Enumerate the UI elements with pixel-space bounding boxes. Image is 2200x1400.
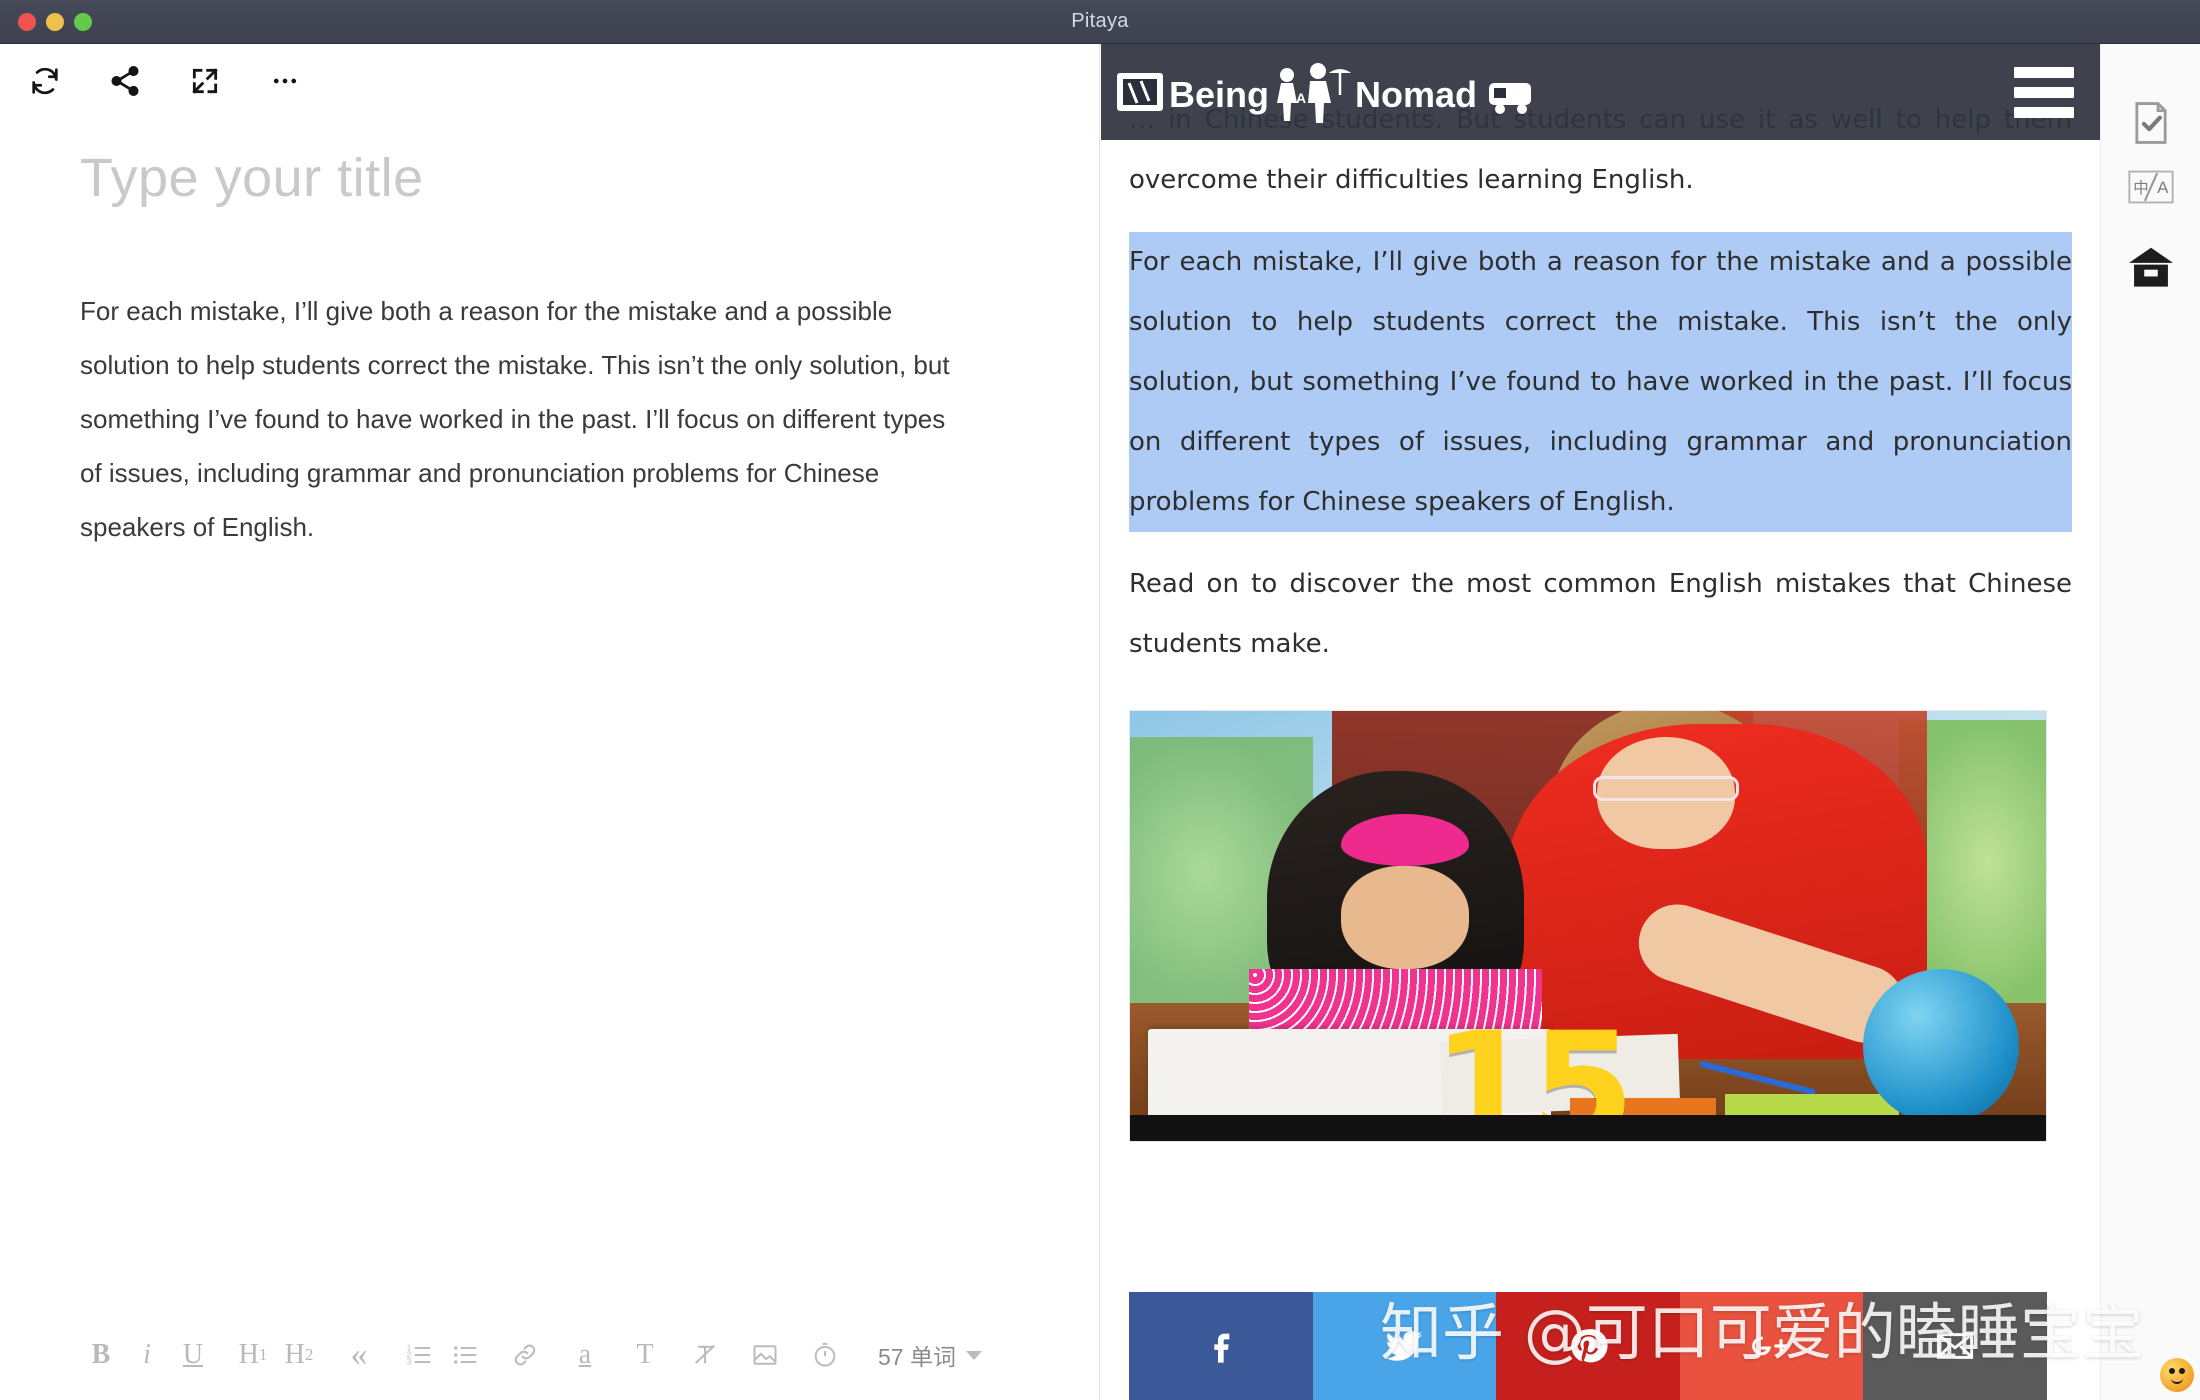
site-header: Being A Nomad [1101,44,2100,140]
italic-button[interactable]: i [124,1332,170,1378]
link-button[interactable] [502,1332,548,1378]
svg-text:3: 3 [407,1357,412,1366]
heading-1-button[interactable]: H1 [230,1332,276,1378]
svg-text:Being: Being [1169,74,1269,115]
document-body-text[interactable]: For each mistake, I’ll give both a reaso… [80,284,965,554]
clear-format-button[interactable] [682,1332,728,1378]
bold-button[interactable]: B [78,1332,124,1378]
window-titlebar: Pitaya [0,0,2200,44]
share-bar [1129,1292,2047,1400]
paragraph-read-on: Read on to discover the most common Engl… [1129,569,2072,659]
more-icon[interactable] [266,62,304,100]
app-window: Pitaya Type your title For each mistake,… [0,0,2200,1400]
share-icon[interactable] [106,62,144,100]
paragraph-selected[interactable]: For each mistake, I’ll give both a reaso… [1129,232,2072,532]
sync-icon[interactable] [26,62,64,100]
heading-2-button[interactable]: H2 [276,1332,322,1378]
blockquote-button[interactable]: « [336,1332,382,1378]
text-style-button[interactable]: T [622,1332,668,1378]
fullscreen-icon[interactable] [186,62,224,100]
insert-image-button[interactable] [742,1332,788,1378]
googleplus-share-button[interactable] [1679,1292,1864,1400]
article-image: 15 [1129,710,2047,1142]
word-count-label: 57 单词 [878,1344,956,1370]
facebook-share-button[interactable] [1129,1292,1313,1400]
strikethrough-button[interactable]: a [562,1332,608,1378]
right-rail: 中 A [2100,44,2200,1400]
document-title-input[interactable]: Type your title [80,147,1020,209]
hamburger-menu-icon[interactable] [2014,66,2074,118]
word-count-selector[interactable]: 57 单词 [878,1338,982,1372]
chevron-down-icon [965,1350,982,1360]
app-body: Type your title For each mistake, I’ll g… [0,44,2200,1400]
preview-pane: … in Chinese students. But students can … [1101,44,2100,1400]
maximize-button[interactable] [74,13,92,31]
document-check-icon[interactable] [2101,100,2200,146]
article-content: … in Chinese students. But students can … [1101,44,2100,1142]
svg-text:Nomad: Nomad [1355,74,1477,115]
ordered-list-button[interactable]: 1 2 3 [396,1332,442,1378]
pinterest-share-button[interactable] [1496,1292,1680,1400]
editor-pane: Type your title For each mistake, I’ll g… [0,44,1100,1400]
unordered-list-button[interactable] [442,1332,488,1378]
formatting-toolbar: B i U H1 H2 « 1 2 3 a T 57 单词 [78,1332,1038,1378]
selected-text: For each mistake, I’ll give both a reaso… [1129,247,2072,517]
twitter-share-button[interactable] [1312,1292,1497,1400]
svg-text:A: A [2157,178,2169,197]
emoji-badge-icon [2160,1358,2194,1392]
pagoda-icon[interactable] [2101,246,2200,290]
site-logo[interactable]: Being A Nomad [1115,57,1535,127]
email-share-button[interactable] [1863,1292,2047,1400]
timer-button[interactable] [802,1332,848,1378]
translate-icon[interactable]: 中 A [2101,170,2200,204]
window-controls [18,0,92,44]
svg-text:中: 中 [2133,179,2148,197]
minimize-button[interactable] [46,13,64,31]
close-button[interactable] [18,13,36,31]
editor-toolbar [26,62,304,100]
window-title: Pitaya [1071,10,1129,32]
underline-button[interactable]: U [170,1332,216,1378]
svg-text:A: A [1296,90,1306,106]
